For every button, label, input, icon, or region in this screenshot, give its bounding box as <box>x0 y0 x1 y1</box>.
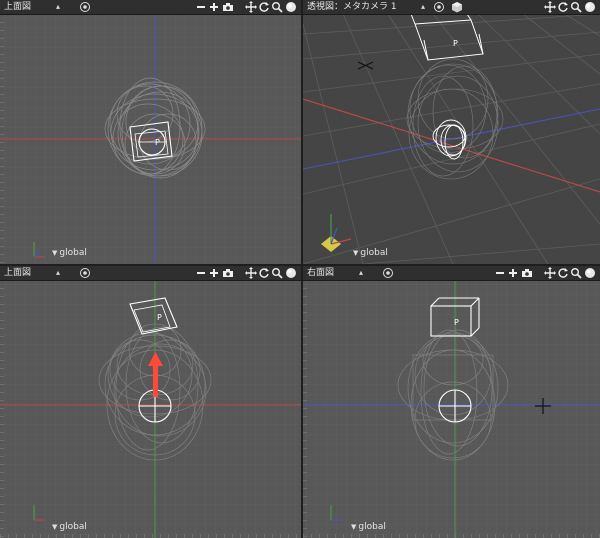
viewport-toolbar: 透視図：メタカメラ 1 ▴ <box>303 0 600 15</box>
view-menu-caret[interactable]: ▴ <box>421 0 425 14</box>
target-icon[interactable] <box>433 1 445 13</box>
camera-label: P <box>157 313 162 322</box>
rotate-icon[interactable] <box>557 1 569 13</box>
move-icon[interactable] <box>544 267 556 279</box>
view-sphere-icon[interactable] <box>584 1 596 13</box>
view-menu-caret[interactable]: ▴ <box>56 0 60 14</box>
left-ruler <box>303 280 307 538</box>
viewport-toolbar: 右面図 ▴ <box>303 266 600 281</box>
camera-label: P <box>155 138 160 147</box>
left-ruler <box>0 14 4 264</box>
rotate-icon[interactable] <box>258 267 270 279</box>
coord-system-label[interactable]: ▼ global <box>353 248 388 258</box>
minus-icon[interactable] <box>195 1 207 13</box>
viewport-top-left[interactable]: 上面図 ▴ P ▼ global <box>0 0 301 264</box>
rotate-icon[interactable] <box>258 1 270 13</box>
right-view-scene[interactable]: P <box>303 280 600 538</box>
coord-system-label[interactable]: ▼ global <box>351 522 386 532</box>
bottom-ruler <box>0 534 301 538</box>
zoom-icon[interactable] <box>271 267 283 279</box>
plus-icon[interactable] <box>208 1 220 13</box>
camera-icon[interactable] <box>222 1 234 13</box>
viewport-grid: 上面図 ▴ P ▼ global 透視図：メタカメラ 1 ▴ P ▼ globa… <box>0 0 600 538</box>
top-view-scene[interactable]: P <box>0 14 301 264</box>
target-icon[interactable] <box>79 1 91 13</box>
viewport-toolbar: 上面図 ▴ <box>0 266 301 281</box>
plus-icon[interactable] <box>507 267 519 279</box>
view-sphere-icon[interactable] <box>285 1 297 13</box>
perspective-scene[interactable]: P <box>303 14 600 264</box>
move-icon[interactable] <box>245 267 257 279</box>
viewport-right-view[interactable]: 右面図 ▴ P ▼ global <box>303 266 600 538</box>
camera-icon[interactable] <box>222 267 234 279</box>
viewport-bottom-left[interactable]: 上面図 ▴ P ▼ global <box>0 266 301 538</box>
view-menu-caret[interactable]: ▴ <box>359 266 363 280</box>
camera-label: P <box>454 318 459 327</box>
top-view-scene-2[interactable]: P <box>0 280 301 538</box>
viewport-perspective[interactable]: 透視図：メタカメラ 1 ▴ P ▼ global <box>303 0 600 264</box>
cube-icon[interactable] <box>451 1 463 13</box>
target-icon[interactable] <box>382 267 394 279</box>
viewport-toolbar: 上面図 ▴ <box>0 0 301 15</box>
minus-icon[interactable] <box>494 267 506 279</box>
move-icon[interactable] <box>245 1 257 13</box>
bottom-ruler <box>303 534 600 538</box>
viewport-title: 上面図 <box>4 2 32 12</box>
viewport-title: 透視図：メタカメラ 1 <box>307 2 397 12</box>
plus-icon[interactable] <box>208 267 220 279</box>
view-menu-caret[interactable]: ▴ <box>56 266 60 280</box>
rotate-icon[interactable] <box>557 267 569 279</box>
dropdown-triangle-icon: ▼ <box>52 249 58 257</box>
camera-icon[interactable] <box>521 267 533 279</box>
coord-system-label[interactable]: ▼ global <box>52 522 87 532</box>
dropdown-triangle-icon: ▼ <box>351 523 357 531</box>
minus-icon[interactable] <box>195 267 207 279</box>
zoom-icon[interactable] <box>271 1 283 13</box>
left-ruler <box>0 280 4 538</box>
view-sphere-icon[interactable] <box>285 267 297 279</box>
zoom-icon[interactable] <box>570 1 582 13</box>
target-icon[interactable] <box>79 267 91 279</box>
camera-label: P <box>453 39 458 48</box>
dropdown-triangle-icon: ▼ <box>353 249 359 257</box>
zoom-icon[interactable] <box>570 267 582 279</box>
move-icon[interactable] <box>544 1 556 13</box>
coord-system-label[interactable]: ▼ global <box>52 248 87 258</box>
viewport-title: 上面図 <box>4 268 32 278</box>
viewport-title: 右面図 <box>307 268 335 278</box>
dropdown-triangle-icon: ▼ <box>52 523 58 531</box>
view-sphere-icon[interactable] <box>584 267 596 279</box>
